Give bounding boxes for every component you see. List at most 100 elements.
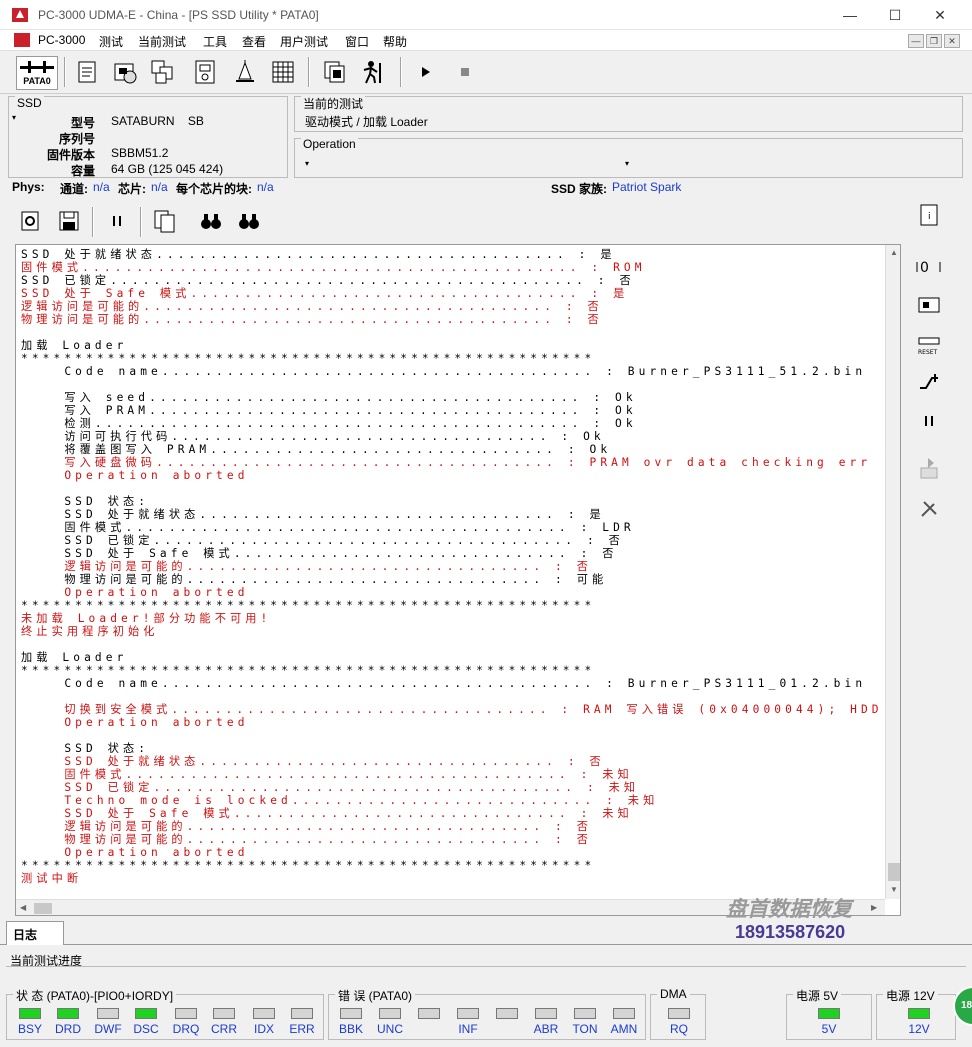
log-line: Operation aborted (21, 586, 249, 599)
log-vertical-scrollbar[interactable]: ▲ ▼ (885, 245, 900, 899)
status-led (908, 1008, 930, 1019)
phys-info-row: Phys: 通道: n/a 芯片: n/a 每个芯片的块: n/a SSD 家族… (0, 180, 972, 196)
dma-led-group: DMA RQ (650, 987, 706, 1040)
current-test-label: 当前的测试 (301, 95, 366, 112)
status-led (291, 1008, 313, 1019)
status-led-label: BBK (338, 1022, 363, 1036)
close-button[interactable]: ✕ (920, 4, 960, 26)
firmware-value: SBBM51.2 (111, 146, 169, 160)
app-menu-icon[interactable] (14, 33, 30, 47)
scroll-left-icon[interactable]: ◀ (20, 903, 26, 912)
log-line: 检测......................................… (21, 417, 637, 430)
chip-settings-icon[interactable] (110, 57, 140, 87)
chevron-down-icon[interactable]: ▾ (625, 159, 629, 168)
blocks-per-chip-value: n/a (257, 180, 274, 194)
status-led (19, 1008, 41, 1019)
operation-label: Operation (301, 137, 358, 151)
log-line: 逻辑访问是可能的................................… (21, 820, 593, 833)
log-line: SSD 状态: (21, 742, 150, 755)
menu-test[interactable]: 测试 (99, 33, 123, 50)
multi-chip-icon[interactable] (148, 57, 178, 87)
scrollbar-thumb[interactable] (888, 863, 900, 881)
chip-gear-icon[interactable] (16, 206, 46, 236)
stop-icon[interactable] (450, 57, 480, 87)
toolbar-separator (400, 57, 402, 87)
pause-icon[interactable] (102, 206, 132, 236)
mdi-restore-button[interactable]: ❐ (926, 34, 942, 48)
maximize-button[interactable]: ☐ (875, 4, 915, 26)
log-line: SSD 状态: (21, 495, 150, 508)
log-toolbar (16, 202, 906, 240)
log-line: ****************************************… (21, 859, 596, 872)
status-led-label: BSY (17, 1022, 42, 1036)
zero-fill-icon[interactable]: 0 (916, 254, 942, 280)
status-led-label: INF (458, 1022, 478, 1036)
menu-pc3000[interactable]: PC-3000 (38, 33, 85, 47)
log-line: 固件模式....................................… (21, 261, 646, 274)
app-logo-icon (12, 8, 28, 22)
status-led-label: ABR (533, 1022, 559, 1036)
play-icon[interactable] (410, 57, 440, 87)
mdi-close-button[interactable]: ✕ (944, 34, 960, 48)
pata0-port-button[interactable]: PATA0 (16, 56, 58, 90)
menu-window[interactable]: 窗口 (345, 33, 369, 50)
chip-arrow-icon[interactable] (916, 456, 942, 482)
binoculars-icon[interactable] (196, 206, 226, 236)
minimize-button[interactable]: — (830, 4, 870, 26)
log-line: ****************************************… (21, 599, 596, 612)
error-led-group: 错 误 (PATA0) BBK UNC INF ABR TON AMN (328, 987, 646, 1040)
grid-icon[interactable] (268, 57, 298, 87)
scale-icon[interactable] (230, 57, 260, 87)
menu-view[interactable]: 查看 (242, 33, 266, 50)
status-led-label: ERR (289, 1022, 315, 1036)
status-led-label: DWF (94, 1022, 122, 1036)
status-led (613, 1008, 635, 1019)
channel-value: n/a (93, 180, 110, 194)
status-led-label: DSC (133, 1022, 159, 1036)
scroll-up-icon[interactable]: ▲ (890, 248, 898, 257)
reset-icon[interactable]: RESET (916, 330, 942, 356)
chip-value: n/a (151, 180, 168, 194)
scroll-icon[interactable] (72, 57, 102, 87)
log-line: SSD 处于 Safe 模式..........................… (21, 547, 618, 560)
tools-icon[interactable] (916, 496, 942, 522)
operation-group: Operation ▾ ▾ (294, 137, 963, 178)
status-led (175, 1008, 197, 1019)
binoculars-next-icon[interactable] (234, 206, 264, 236)
board-icon[interactable] (190, 57, 220, 87)
document-info-icon[interactable]: i (916, 202, 942, 228)
log-line: 终止实用程序初始化 (21, 625, 159, 638)
menu-user-test[interactable]: 用户测试 (280, 33, 328, 50)
tab-log[interactable]: 日志 (6, 921, 64, 945)
menu-current-test[interactable]: 当前测试 (138, 33, 186, 50)
log-line: 切换到安全模式.................................… (21, 703, 883, 716)
copy-icon[interactable] (150, 206, 180, 236)
scrollbar-thumb[interactable] (34, 903, 52, 914)
status-led (57, 1008, 79, 1019)
status-led (496, 1008, 518, 1019)
pause-icon[interactable] (916, 408, 942, 434)
status-led (379, 1008, 401, 1019)
log-line: SSD 处于就绪状态..............................… (21, 248, 616, 261)
menu-tools[interactable]: 工具 (203, 33, 227, 50)
log-line: 固件模式....................................… (21, 768, 633, 781)
log-line: SSD 已锁定.................................… (21, 534, 624, 547)
dma-group-label: DMA (657, 987, 690, 1001)
mdi-minimize-button[interactable]: — (908, 34, 924, 48)
log-line: Techno mode is locked...................… (21, 794, 659, 807)
menu-help[interactable]: 帮助 (383, 33, 407, 50)
copy-stack-icon[interactable] (320, 57, 350, 87)
status-led-label: TON (572, 1022, 598, 1036)
scroll-right-icon[interactable]: ▶ (871, 903, 877, 912)
save-icon[interactable] (54, 206, 84, 236)
watermark-text: 盘首数据恢复 (726, 898, 852, 921)
log-output-panel[interactable]: ▲ ▼ ◀ ▶ SSD 处于就绪状态......................… (15, 244, 901, 916)
memory-chip-icon[interactable] (916, 292, 942, 318)
status-led-label: DRD (55, 1022, 81, 1036)
toolbar-separator (92, 207, 94, 237)
power-12v-label: 电源 12V (883, 987, 938, 1004)
chevron-down-icon[interactable]: ▾ (305, 159, 309, 168)
run-man-icon[interactable] (358, 57, 388, 87)
power-switch-icon[interactable] (916, 368, 942, 394)
scroll-down-icon[interactable]: ▼ (890, 885, 898, 894)
